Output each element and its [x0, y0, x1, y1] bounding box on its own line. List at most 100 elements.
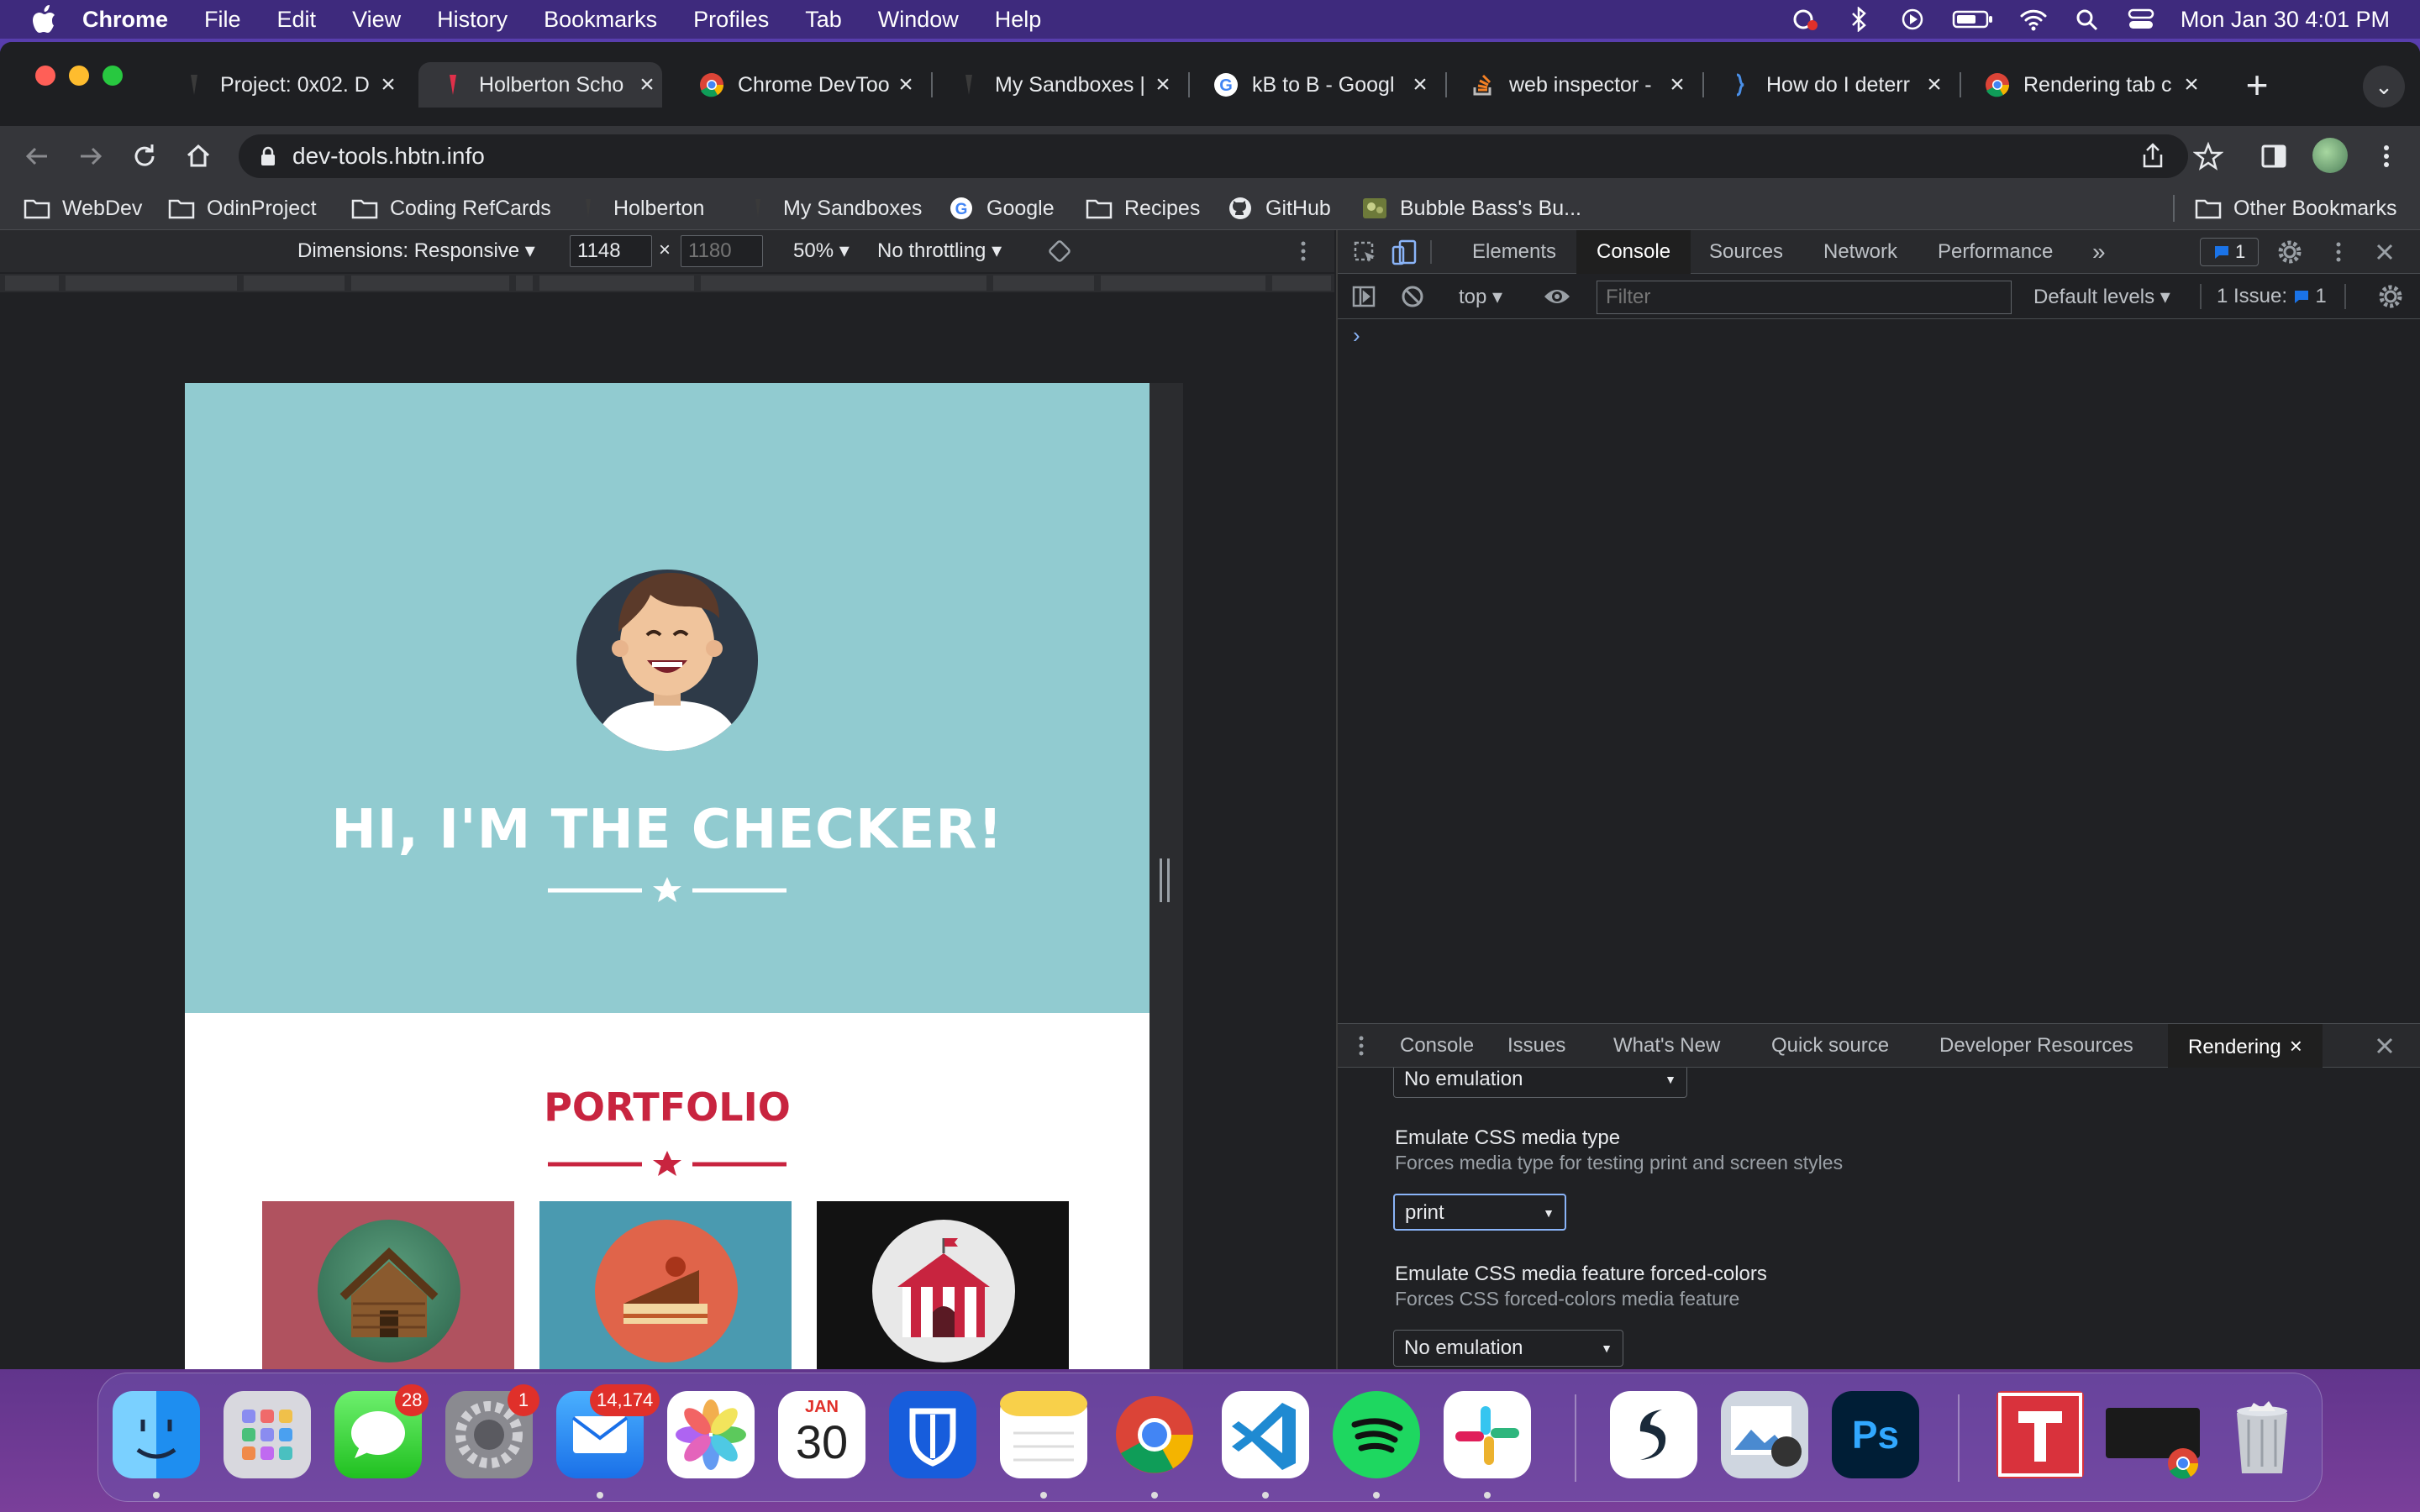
battery-icon[interactable] — [1952, 7, 1994, 32]
launchpad-icon[interactable] — [224, 1391, 311, 1478]
show-sidebar-icon[interactable] — [1351, 284, 1376, 309]
control-center-icon[interactable] — [2127, 7, 2155, 32]
log-levels-dropdown[interactable]: Default levels ▾ — [2033, 285, 2170, 309]
close-icon[interactable]: × — [632, 71, 662, 99]
tab-console[interactable]: Console — [1576, 230, 1691, 274]
portfolio-item-cake[interactable] — [539, 1201, 792, 1369]
trash-icon[interactable] — [2218, 1391, 2306, 1478]
media-query-segment[interactable] — [244, 276, 345, 291]
tab-rendering[interactable]: Rendering tab c × — [1963, 62, 2207, 108]
media-query-segment[interactable] — [539, 276, 694, 291]
back-icon[interactable] — [22, 141, 52, 171]
devtools-menu-icon[interactable] — [2326, 239, 2351, 265]
device-toolbar-icon[interactable] — [1390, 239, 1418, 267]
surfshark-icon[interactable] — [1610, 1391, 1697, 1478]
slack-icon[interactable] — [1444, 1391, 1531, 1478]
drawer-tab-developer-resources[interactable]: Developer Resources — [1939, 1024, 2133, 1068]
bookmark-webdev[interactable]: WebDev — [24, 193, 142, 223]
tab-my-sandboxes[interactable]: My Sandboxes | × — [934, 62, 1178, 108]
bitwarden-icon[interactable] — [889, 1391, 976, 1478]
bookmark-holberton[interactable]: Holberton — [575, 193, 704, 223]
inspect-element-icon[interactable] — [1353, 240, 1378, 265]
close-icon[interactable]: × — [373, 71, 403, 99]
close-icon[interactable]: × — [1405, 71, 1435, 99]
context-selector[interactable]: top ▾ — [1459, 285, 1502, 309]
menu-tab[interactable]: Tab — [805, 7, 842, 33]
lock-icon[interactable] — [259, 146, 277, 166]
clear-console-icon[interactable] — [1400, 284, 1425, 309]
device-options-icon[interactable] — [1291, 239, 1316, 264]
media-query-segment[interactable] — [1272, 276, 1331, 291]
tab-chrome-devtools[interactable]: Chrome DevToo × — [677, 62, 921, 108]
vscode-icon[interactable] — [1222, 1391, 1309, 1478]
console-output[interactable]: › — [1338, 319, 2420, 1023]
wifi-icon[interactable] — [2019, 7, 2048, 32]
address-bar[interactable]: dev-tools.hbtn.info — [239, 134, 2188, 178]
media-type-select[interactable]: print ▼ — [1393, 1194, 1566, 1231]
calendar-icon[interactable]: JAN 30 — [778, 1391, 865, 1478]
spotlight-search-icon[interactable] — [2073, 7, 2102, 32]
close-icon[interactable]: × — [1919, 71, 1949, 99]
issues-link[interactable]: 1 Issue: 1 — [2217, 285, 2327, 308]
bookmark-other-bookmarks[interactable]: Other Bookmarks — [2195, 193, 2397, 223]
menu-history[interactable]: History — [437, 7, 508, 33]
tab-project[interactable]: Project: 0x02. D × — [160, 62, 403, 108]
share-icon[interactable] — [2138, 141, 2168, 171]
media-query-segment[interactable] — [993, 276, 1094, 291]
menu-window[interactable]: Window — [878, 7, 959, 33]
issues-counter-badge[interactable]: 1 — [2200, 238, 2259, 266]
chrome-menu-icon[interactable] — [2371, 141, 2402, 171]
more-tabs-icon[interactable]: » — [2092, 230, 2106, 274]
new-tab-button[interactable]: + — [2235, 64, 2279, 108]
media-query-segment[interactable] — [5, 276, 59, 291]
tab-performance[interactable]: Performance — [1938, 230, 2053, 274]
portfolio-item-circus[interactable] — [817, 1201, 1069, 1369]
menu-clock[interactable]: Mon Jan 30 4:01 PM — [2181, 7, 2390, 33]
minimize-window-button[interactable] — [69, 66, 89, 86]
forward-icon[interactable] — [76, 141, 106, 171]
rotate-icon[interactable] — [1047, 239, 1072, 264]
side-panel-icon[interactable] — [2259, 141, 2289, 171]
close-icon[interactable]: × — [891, 71, 921, 99]
tab-kb-to-b[interactable]: G kB to B - Googl × — [1192, 62, 1435, 108]
bookmark-my-sandboxes[interactable]: My Sandboxes — [744, 193, 922, 223]
close-devtools-icon[interactable] — [2373, 240, 2396, 264]
tab-how-do-i-determine[interactable]: How do I deterr × — [1706, 62, 1949, 108]
notes-icon[interactable] — [1000, 1391, 1087, 1478]
bookmark-odinproject[interactable]: OdinProject — [168, 193, 317, 223]
drawer-menu-icon[interactable] — [1349, 1034, 1373, 1058]
close-window-button[interactable] — [35, 66, 55, 86]
creative-cloud-icon[interactable] — [1791, 7, 1819, 32]
spotify-icon[interactable] — [1333, 1391, 1420, 1478]
reload-icon[interactable] — [129, 141, 160, 171]
menu-help[interactable]: Help — [995, 7, 1042, 33]
bluetooth-icon[interactable] — [1844, 7, 1873, 32]
dimensions-dropdown[interactable]: Dimensions: Responsive ▾ — [297, 239, 535, 263]
finder-icon[interactable] — [113, 1391, 200, 1478]
menu-app-name[interactable]: Chrome — [82, 7, 168, 33]
typora-icon[interactable] — [1996, 1391, 2084, 1478]
bookmark-coding-refcards[interactable]: Coding RefCards — [351, 193, 551, 223]
live-expression-eye-icon[interactable] — [1543, 284, 1571, 309]
menu-profiles[interactable]: Profiles — [693, 7, 769, 33]
tab-elements[interactable]: Elements — [1472, 230, 1556, 274]
console-settings-icon[interactable] — [2378, 284, 2403, 309]
tab-holberton-school[interactable]: Holberton Scho × — [418, 62, 662, 108]
drawer-tab-whats-new[interactable]: What's New — [1613, 1024, 1720, 1068]
menu-file[interactable]: File — [204, 7, 241, 33]
photoshop-icon[interactable]: Ps — [1832, 1391, 1919, 1478]
close-drawer-icon[interactable] — [2373, 1034, 2396, 1058]
bookmark-bubble-bass[interactable]: Bubble Bass's Bu... — [1361, 193, 1581, 223]
bookmark-google[interactable]: G Google — [948, 193, 1055, 223]
menu-edit[interactable]: Edit — [277, 7, 317, 33]
bookmark-recipes[interactable]: Recipes — [1086, 193, 1200, 223]
close-icon[interactable]: × — [2290, 1033, 2302, 1058]
apple-icon[interactable] — [32, 5, 57, 34]
media-query-segment[interactable] — [351, 276, 509, 291]
bookmark-github[interactable]: GitHub — [1227, 193, 1331, 223]
close-icon[interactable]: × — [1148, 71, 1178, 99]
media-query-segment[interactable] — [1101, 276, 1265, 291]
media-query-segment[interactable] — [516, 276, 533, 291]
menu-bookmarks[interactable]: Bookmarks — [544, 7, 657, 33]
now-playing-icon[interactable] — [1898, 7, 1927, 32]
